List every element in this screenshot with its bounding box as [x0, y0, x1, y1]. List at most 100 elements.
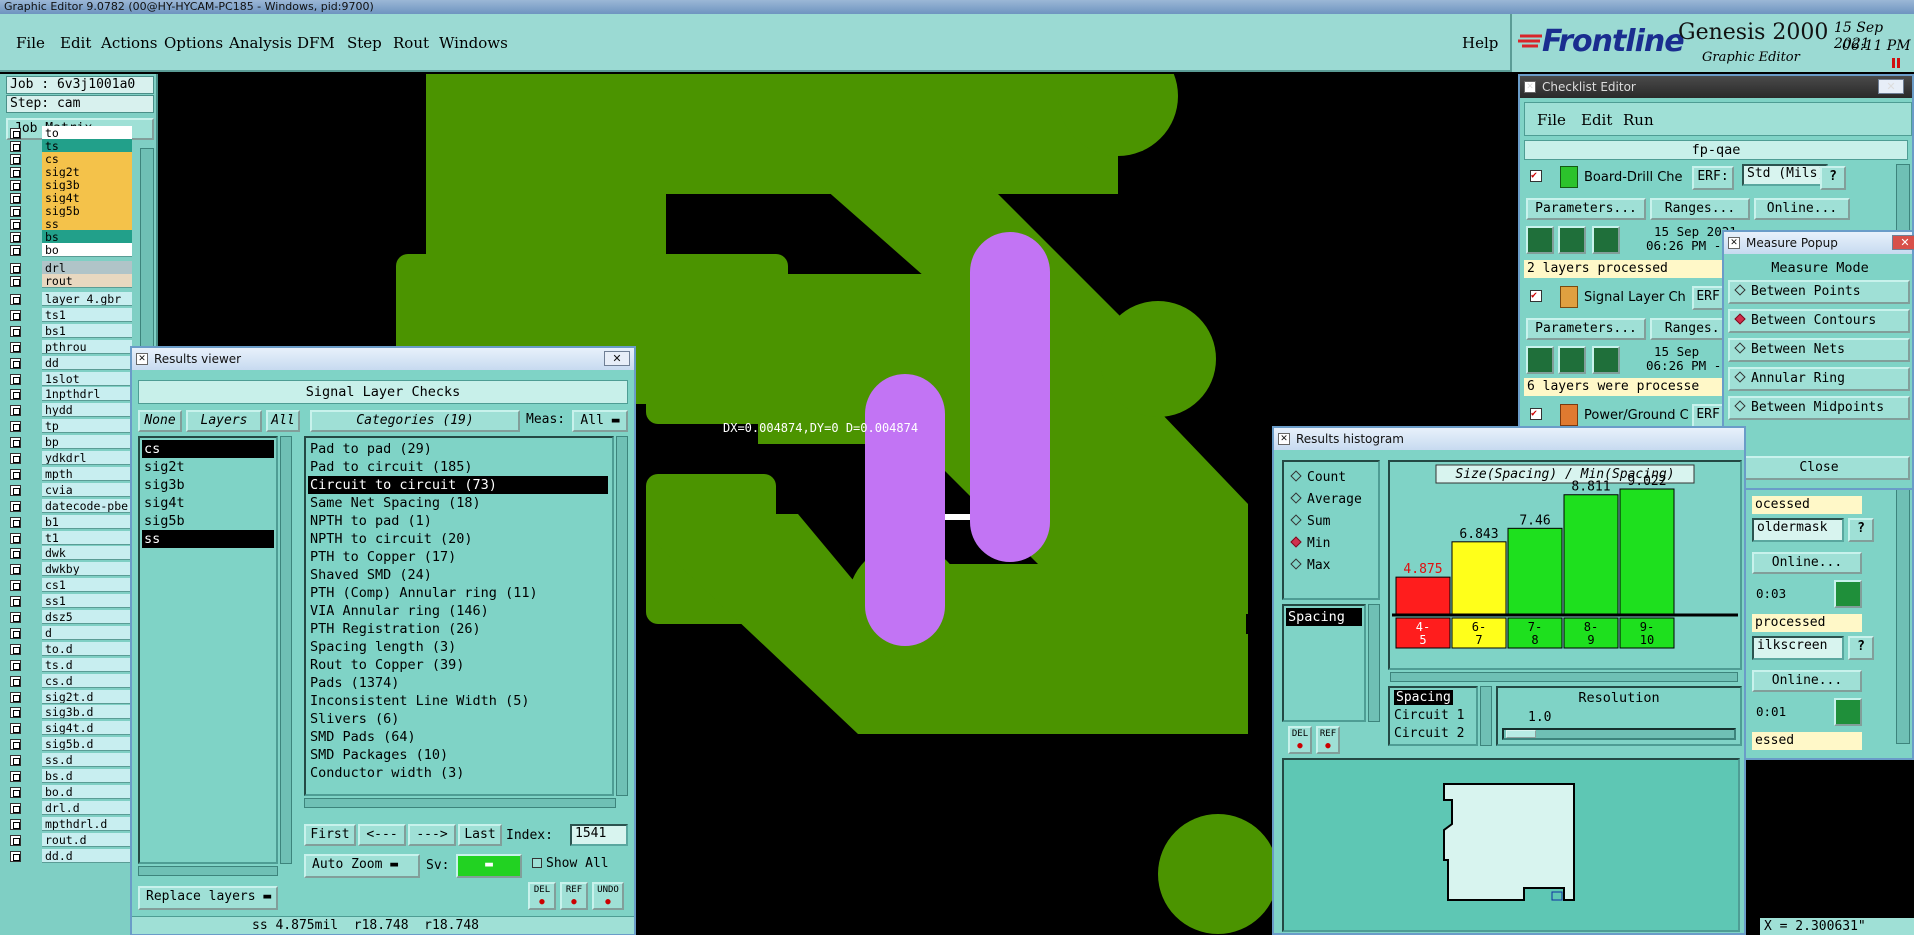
layer-row[interactable]: ss1	[8, 594, 132, 609]
layer-checkbox[interactable]	[10, 245, 21, 256]
next-button[interactable]: --->	[408, 824, 456, 846]
layer-checkbox[interactable]	[10, 167, 21, 178]
layer-row[interactable]: sig3b.d	[8, 705, 132, 720]
histogram-bar[interactable]	[1563, 494, 1619, 615]
layer-row[interactable]: pthrou	[8, 339, 132, 354]
histogram-bar[interactable]	[1451, 541, 1507, 615]
layer-name[interactable]: dd	[42, 355, 132, 370]
category-item[interactable]: Inconsistent Line Width (5)	[308, 692, 608, 710]
layer-row[interactable]: ydkdrl	[8, 451, 132, 465]
layer-name[interactable]: sig4t.d	[42, 721, 132, 736]
layer-name[interactable]: ss.d	[42, 753, 132, 768]
layer-name[interactable]: cs1	[42, 578, 132, 593]
list-item[interactable]: sig2t	[142, 458, 274, 476]
categories-scrollbar[interactable]	[616, 436, 628, 796]
category-item[interactable]: PTH to Copper (17)	[308, 548, 608, 566]
layer-row[interactable]: dd.d	[8, 848, 132, 863]
sv-color-dropdown[interactable]: ▬	[456, 854, 522, 878]
close-icon[interactable]: ✕	[1878, 79, 1904, 94]
online-button[interactable]: Online...	[1754, 198, 1850, 220]
layer-row[interactable]: hydd	[8, 403, 132, 418]
layer-name[interactable]: sig3b	[42, 178, 132, 192]
layer-row[interactable]: ts.d	[8, 657, 132, 672]
category-item[interactable]: NPTH to pad (1)	[308, 512, 608, 530]
first-button[interactable]: First	[304, 824, 356, 846]
layer-name[interactable]: mpthdrl.d	[42, 816, 132, 831]
layer-name[interactable]: bs1	[42, 323, 132, 338]
layer-checkbox[interactable]	[10, 294, 21, 305]
list-item[interactable]: ss	[142, 530, 274, 548]
layer-row[interactable]: drl.d	[8, 800, 132, 815]
checklist-menu-file[interactable]: File	[1537, 111, 1566, 129]
measure-mode-option[interactable]: Annular Ring	[1728, 367, 1910, 391]
layer-checkbox[interactable]	[10, 771, 21, 782]
layer-checkbox[interactable]	[10, 818, 21, 830]
category-item[interactable]: PTH Registration (26)	[308, 620, 608, 638]
silkscreen-field[interactable]: ilkscreen	[1752, 636, 1844, 660]
layer-row[interactable]: 1npthdrl	[8, 387, 132, 402]
measure-mode-option[interactable]: Between Contours	[1728, 309, 1910, 333]
layer-checkbox[interactable]	[10, 232, 21, 243]
zoom-icon[interactable]	[1834, 698, 1862, 726]
layer-row[interactable]: sig5b.d	[8, 737, 132, 752]
layer-name[interactable]: d	[42, 625, 132, 640]
layer-name[interactable]: layer_4.gbr	[42, 292, 132, 306]
menu-windows[interactable]: Windows	[439, 34, 508, 52]
layer-name[interactable]: sig2t.d	[42, 689, 132, 704]
category-item[interactable]: NPTH to circuit (20)	[308, 530, 608, 548]
layers-button[interactable]: Layers	[186, 410, 262, 432]
layer-name[interactable]: to.d	[42, 641, 132, 656]
layer-checkbox[interactable]	[10, 484, 21, 496]
layer-checkbox[interactable]	[10, 325, 21, 337]
layer-checkbox[interactable]	[10, 453, 21, 464]
layer-checkbox[interactable]	[10, 516, 21, 528]
prev-button[interactable]: <---	[358, 824, 406, 846]
run-selected-icon-2[interactable]	[1558, 346, 1586, 374]
layer-checkbox[interactable]	[10, 373, 21, 385]
histogram-bar[interactable]	[1619, 488, 1675, 615]
layer-checkbox[interactable]	[10, 309, 21, 321]
layer-name[interactable]: to	[42, 126, 132, 140]
layer-row[interactable]: bs.d	[8, 769, 132, 783]
layer-row[interactable]: d	[8, 625, 132, 640]
categories-button[interactable]: Categories (19)	[310, 410, 520, 432]
measure-close-button[interactable]: Close	[1728, 456, 1910, 480]
layer-name[interactable]: sig4t	[42, 191, 132, 205]
zoom-icon[interactable]	[1834, 580, 1862, 608]
layer-row[interactable]: ss.d	[8, 753, 132, 768]
parameters-button[interactable]: Parameters...	[1526, 198, 1646, 220]
category-item[interactable]: Pad to circuit (185)	[308, 458, 608, 476]
undo-button[interactable]: UNDO ●	[592, 882, 624, 910]
category-item[interactable]: Rout to Copper (39)	[308, 656, 608, 674]
auto-zoom-dropdown[interactable]: Auto Zoom ▬	[304, 854, 420, 878]
layer-checkbox[interactable]	[10, 180, 21, 191]
layer-row[interactable]: cs	[8, 152, 132, 166]
power-ground-label[interactable]: Power/Ground C	[1584, 408, 1690, 423]
histogram-bar[interactable]	[1507, 527, 1563, 615]
layer-row[interactable]: bs	[8, 230, 132, 244]
layer-checkbox[interactable]	[10, 596, 21, 608]
del-button[interactable]: DEL ●	[528, 882, 556, 910]
layer-checkbox[interactable]	[10, 723, 21, 735]
measure-mode-option[interactable]: Between Midpoints	[1728, 396, 1910, 420]
show-all-checkbox[interactable]	[532, 858, 542, 868]
board-drill-label[interactable]: Board-Drill Che	[1584, 170, 1690, 185]
del-button[interactable]: DEL ●	[1288, 726, 1312, 754]
layer-checkbox[interactable]	[10, 341, 21, 353]
none-button[interactable]: None	[138, 410, 182, 432]
layer-row[interactable]: mpthdrl.d	[8, 816, 132, 831]
power-ground-checkbox[interactable]: ✔	[1530, 408, 1542, 420]
category-item[interactable]: VIA Annular ring (146)	[308, 602, 608, 620]
category-item[interactable]: PTH (Comp) Annular ring (11)	[308, 584, 608, 602]
layer-name[interactable]: bo.d	[42, 784, 132, 799]
erf-button[interactable]: ERF:	[1692, 166, 1734, 190]
close-icon[interactable]: ✕	[1892, 235, 1914, 250]
layer-name[interactable]: pthrou	[42, 339, 132, 354]
layer-name[interactable]: sig3b.d	[42, 705, 132, 720]
layer-name[interactable]: ts.d	[42, 657, 132, 672]
layer-row[interactable]: datecode-pbe	[8, 498, 132, 513]
category-item[interactable]: Pads (1374)	[308, 674, 608, 692]
online-button-2[interactable]: Online...	[1752, 552, 1862, 574]
layer-name[interactable]: dd.d	[42, 848, 132, 863]
layer-name[interactable]: 1npthdrl	[42, 387, 132, 402]
